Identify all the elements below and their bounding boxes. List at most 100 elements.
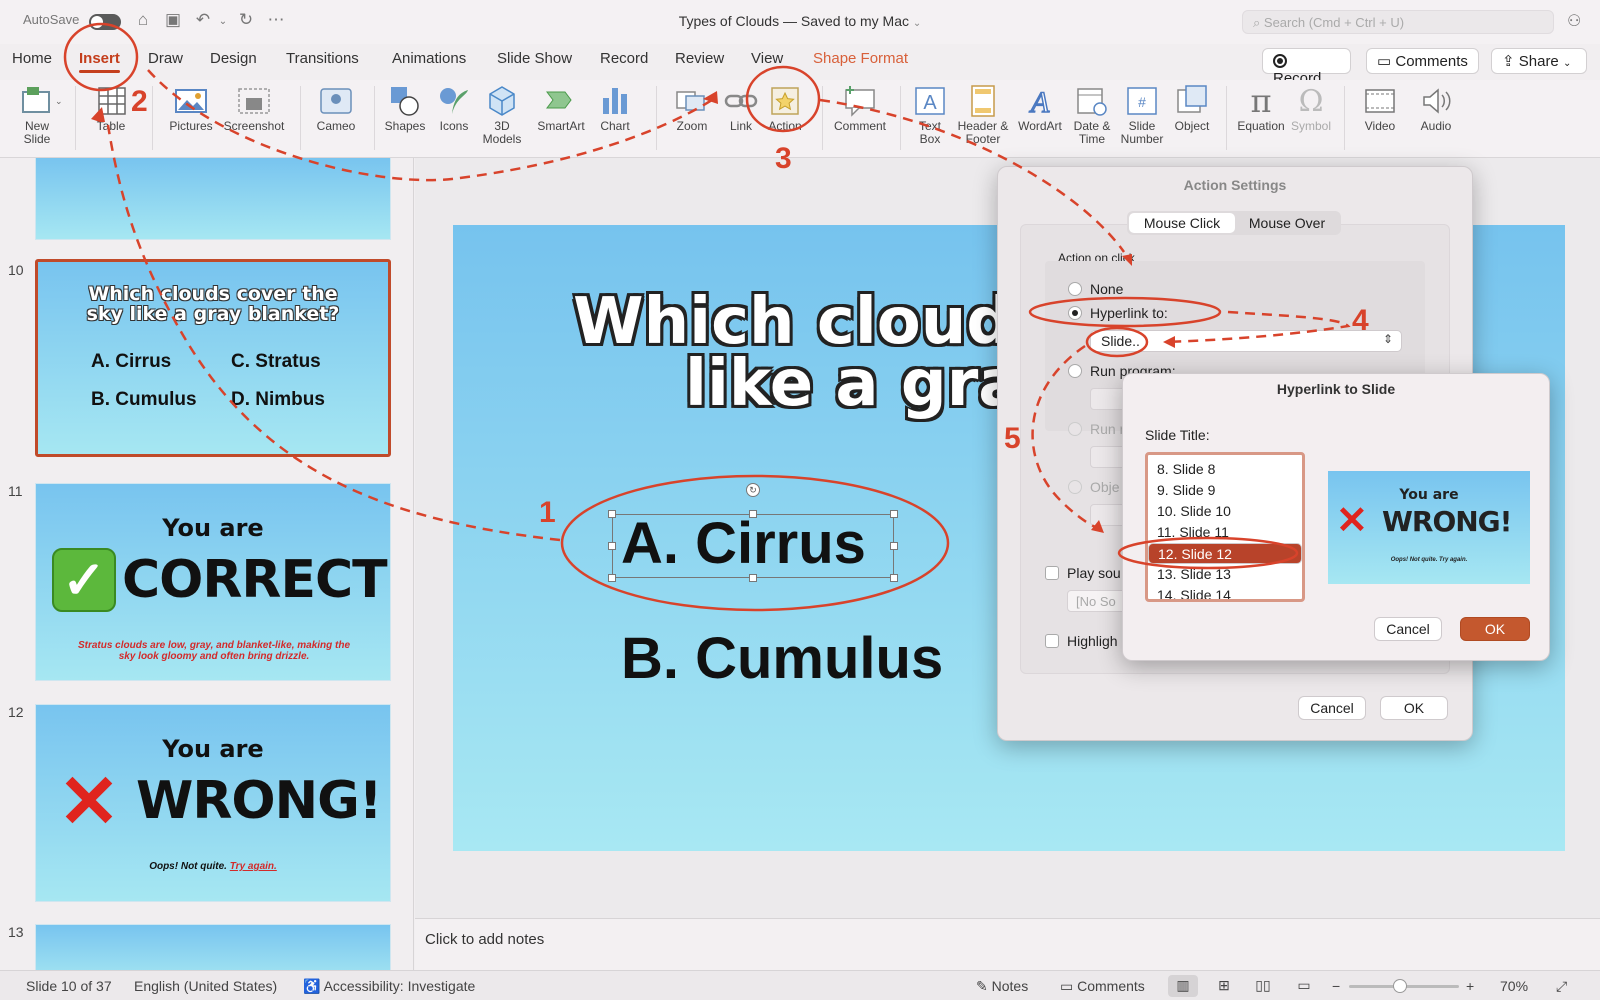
- fit-to-window-icon[interactable]: ⤢: [1556, 978, 1567, 995]
- tab-design[interactable]: Design: [210, 50, 257, 67]
- comment-button[interactable]: Comment: [830, 80, 890, 133]
- zoom-slider[interactable]: [1349, 979, 1459, 993]
- screenshot-button[interactable]: Screenshot: [222, 80, 286, 133]
- resize-handle[interactable]: [608, 574, 616, 582]
- table-button[interactable]: Table: [86, 80, 136, 133]
- normal-view-icon[interactable]: ▥: [1168, 975, 1198, 997]
- resize-handle[interactable]: [890, 542, 898, 550]
- slide-list-item[interactable]: 14. Slide 14: [1148, 585, 1302, 599]
- radio-hyperlink[interactable]: [1068, 306, 1082, 320]
- smartart-button[interactable]: SmartArt: [532, 80, 590, 133]
- date-time-button[interactable]: Date & Time: [1066, 80, 1118, 146]
- record-button[interactable]: Record: [1262, 48, 1351, 87]
- slide-list-item[interactable]: 8. Slide 8: [1148, 459, 1302, 480]
- notes-placeholder[interactable]: Click to add notes: [425, 931, 544, 948]
- slide-list-item[interactable]: 10. Slide 10: [1148, 501, 1302, 522]
- highlight-click-checkbox[interactable]: [1045, 634, 1059, 648]
- hyperlink-cancel-button[interactable]: Cancel: [1374, 617, 1442, 641]
- resize-handle[interactable]: [749, 510, 757, 518]
- video-button[interactable]: Video: [1354, 80, 1406, 133]
- new-slide-chevron-icon[interactable]: ⌄: [55, 96, 63, 107]
- notes-pane[interactable]: Click to add notes: [415, 918, 1600, 970]
- action-button[interactable]: Action: [762, 80, 808, 133]
- slide-option-b[interactable]: B. Cumulus: [621, 625, 943, 692]
- selection-box[interactable]: [612, 514, 894, 578]
- slide-list[interactable]: 8. Slide 8 9. Slide 9 10. Slide 10 11. S…: [1145, 452, 1305, 602]
- resize-handle[interactable]: [608, 510, 616, 518]
- search-field[interactable]: ⌕ Search (Cmd + Ctrl + U): [1242, 10, 1554, 34]
- save-icon[interactable]: ▣: [163, 10, 183, 30]
- audio-button[interactable]: Audio: [1410, 80, 1462, 133]
- slide-thumbnail-9[interactable]: [35, 158, 391, 240]
- shapes-button[interactable]: Shapes: [380, 80, 430, 133]
- autosave-toggle[interactable]: [89, 14, 121, 30]
- more-icon[interactable]: ⋯: [266, 10, 286, 30]
- play-sound-checkbox[interactable]: [1045, 566, 1059, 580]
- accessibility-status[interactable]: ♿ Accessibility: Investigate: [303, 978, 475, 995]
- tab-home[interactable]: Home: [12, 50, 52, 67]
- slide-thumbnail-12[interactable]: You are ✕ WRONG! Oops! Not quite. Try ag…: [35, 704, 391, 902]
- radio-run-program[interactable]: [1068, 364, 1082, 378]
- action-cancel-button[interactable]: Cancel: [1298, 696, 1366, 720]
- tab-mouse-over[interactable]: Mouse Over: [1235, 213, 1339, 233]
- tab-transitions[interactable]: Transitions: [286, 50, 359, 67]
- slideshow-view-icon[interactable]: ▭: [1289, 975, 1319, 997]
- comments-button[interactable]: ▭ Comments: [1366, 48, 1479, 74]
- chart-button[interactable]: Chart: [592, 80, 638, 133]
- document-title[interactable]: Types of Clouds — Saved to my Mac: [679, 13, 909, 29]
- slide-list-item[interactable]: 9. Slide 9: [1148, 480, 1302, 501]
- zoom-slider-thumb[interactable]: [1393, 979, 1407, 993]
- account-icon[interactable]: ⚇: [1567, 11, 1581, 31]
- zoom-in-icon[interactable]: +: [1466, 978, 1474, 994]
- text-box-button[interactable]: A Text Box: [908, 80, 952, 146]
- resize-handle[interactable]: [890, 510, 898, 518]
- slide-list-item[interactable]: 11. Slide 11: [1148, 522, 1302, 543]
- tab-mouse-click[interactable]: Mouse Click: [1129, 213, 1235, 233]
- icons-button[interactable]: Icons: [432, 80, 476, 133]
- new-slide-button[interactable]: New Slide: [12, 80, 62, 146]
- notes-toggle[interactable]: ✎ Notes: [976, 978, 1028, 995]
- resize-handle[interactable]: [749, 574, 757, 582]
- undo-icon[interactable]: ↶: [193, 10, 213, 30]
- zoom-out-icon[interactable]: −: [1332, 978, 1340, 994]
- tab-review[interactable]: Review: [675, 50, 724, 67]
- zoom-level[interactable]: 70%: [1500, 978, 1528, 994]
- action-ok-button[interactable]: OK: [1380, 696, 1448, 720]
- title-chevron-icon[interactable]: ⌄: [913, 18, 921, 29]
- symbol-button[interactable]: Ω Symbol: [1286, 80, 1336, 133]
- tab-animations[interactable]: Animations: [392, 50, 466, 67]
- home-icon[interactable]: ⌂: [133, 10, 153, 30]
- slide-thumbnail-13[interactable]: [35, 924, 391, 970]
- slide-thumbnail-panel[interactable]: 10 Which clouds cover the sky like a gra…: [0, 158, 414, 970]
- comments-toggle[interactable]: ▭ Comments: [1060, 978, 1145, 995]
- resize-handle[interactable]: [890, 574, 898, 582]
- language-indicator[interactable]: English (United States): [134, 978, 277, 994]
- reading-view-icon[interactable]: ▯▯: [1248, 975, 1278, 997]
- zoom-button[interactable]: Zoom: [666, 80, 718, 133]
- link-button[interactable]: Link: [718, 80, 764, 133]
- tab-shape-format[interactable]: Shape Format: [813, 50, 908, 67]
- radio-none[interactable]: [1068, 282, 1082, 296]
- header-footer-button[interactable]: Header & Footer: [952, 80, 1014, 146]
- tab-insert[interactable]: Insert: [79, 50, 120, 73]
- cameo-button[interactable]: Cameo: [310, 80, 362, 133]
- hyperlink-ok-button[interactable]: OK: [1460, 617, 1530, 641]
- redo-icon[interactable]: ↻: [236, 10, 256, 30]
- tab-draw[interactable]: Draw: [148, 50, 183, 67]
- pictures-button[interactable]: Pictures: [162, 80, 220, 133]
- slide-list-item[interactable]: 13. Slide 13: [1148, 564, 1302, 585]
- object-button[interactable]: Object: [1168, 80, 1216, 133]
- resize-handle[interactable]: [608, 542, 616, 550]
- wordart-button[interactable]: A WordArt: [1014, 80, 1066, 133]
- 3d-models-button[interactable]: 3D Models: [476, 80, 528, 146]
- slide-list-item-selected[interactable]: 12. Slide 12: [1148, 543, 1302, 564]
- tab-view[interactable]: View: [751, 50, 783, 67]
- equation-button[interactable]: π Equation: [1230, 80, 1292, 133]
- slide-sorter-icon[interactable]: ⊞: [1209, 975, 1239, 997]
- slide-thumbnail-11[interactable]: You are ✓ CORRECT! Stratus clouds are lo…: [35, 483, 391, 681]
- undo-dropdown-icon[interactable]: ⌄: [213, 16, 233, 27]
- rotate-handle-icon[interactable]: ↻: [746, 483, 760, 497]
- tab-slide-show[interactable]: Slide Show: [497, 50, 572, 67]
- slide-number-button[interactable]: # Slide Number: [1118, 80, 1166, 146]
- share-button[interactable]: ⇪ Share ⌄: [1491, 48, 1587, 74]
